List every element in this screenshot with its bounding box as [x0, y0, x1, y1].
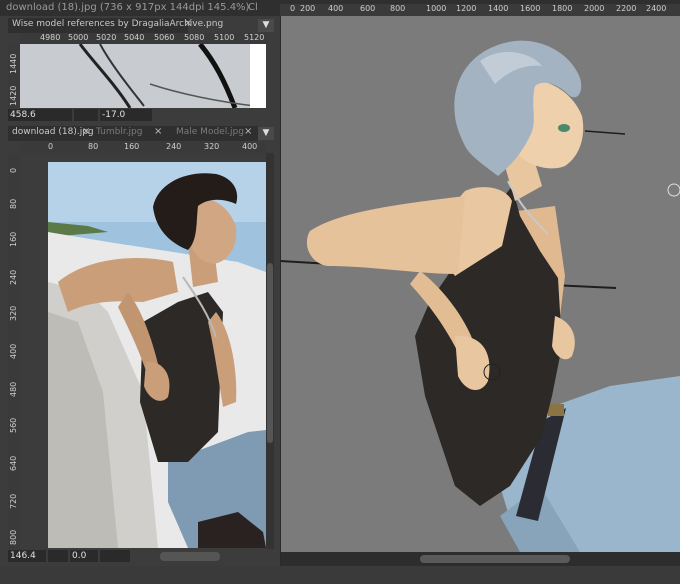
- ruler-tick: 400: [328, 4, 344, 13]
- rotation-field[interactable]: 0.0: [70, 550, 98, 562]
- reference-bottom-hruler: 0 80 160 240 320 400: [20, 142, 266, 153]
- reference-horizontal-scrollbar[interactable]: [160, 552, 220, 561]
- ruler-tick: 480: [9, 381, 18, 397]
- ruler-tick: 320: [9, 305, 18, 321]
- canvas-horizontal-scrollbar[interactable]: [280, 552, 680, 566]
- ruler-tick: 1000: [426, 4, 447, 13]
- ruler-tick: 720: [9, 493, 18, 509]
- horizontal-ruler[interactable]: 0 200 400 600 800 1000 1200 1400 1600 18…: [280, 4, 680, 16]
- ruler-tick: 160: [124, 142, 140, 151]
- document-title[interactable]: download (18).jpg (736 x 917px 144dpi 14…: [6, 2, 249, 13]
- ruler-tick: 200: [300, 4, 316, 13]
- reference-vertical-scrollbar[interactable]: [266, 153, 274, 549]
- flip-button[interactable]: [100, 550, 130, 562]
- status-strip: [0, 566, 680, 584]
- reference-tab-bar-bottom: download (18).jpg × Tumblr.jpg × Male Mo…: [8, 126, 258, 141]
- flip-button[interactable]: [74, 109, 98, 121]
- ruler-tick: 80: [9, 198, 18, 209]
- ruler-tick: 5020: [96, 33, 117, 42]
- ruler-tick: 80: [88, 142, 99, 151]
- rotation-field[interactable]: -17.0: [100, 109, 152, 121]
- ruler-tick: 1800: [552, 4, 573, 13]
- collapsed-tab-label[interactable]: Cl: [248, 2, 258, 13]
- chevron-down-icon[interactable]: ▼: [258, 127, 274, 140]
- ruler-tick: 320: [204, 142, 220, 151]
- zoom-field[interactable]: 146.4: [8, 550, 46, 562]
- reference-docker: Wise model references by DragaliaArchive…: [0, 16, 281, 566]
- ruler-tick: 400: [9, 343, 18, 359]
- ruler-tick: 5040: [124, 33, 145, 42]
- ruler-tick: 1600: [520, 4, 541, 13]
- ruler-tick: 5080: [184, 33, 205, 42]
- zoom-stepper[interactable]: [48, 550, 68, 562]
- ruler-tick: 0: [48, 142, 54, 151]
- ruler-tick: 0: [290, 4, 296, 13]
- ruler-tick: 2400: [646, 4, 667, 13]
- zoomed-lineart: [78, 44, 266, 108]
- reference-image-zoomed[interactable]: [20, 44, 266, 108]
- ruler-tick: 0: [9, 167, 18, 173]
- anime-illustration: [280, 40, 680, 552]
- reference-top-vruler: 1440 1420: [8, 44, 20, 108]
- ruler-tick: 640: [9, 455, 18, 471]
- close-icon[interactable]: ×: [154, 126, 162, 137]
- zoom-field[interactable]: 458.6: [8, 109, 58, 121]
- reference-tab[interactable]: Male Model.jpg: [176, 127, 244, 137]
- ruler-tick: 5120: [244, 33, 265, 42]
- reference-photo[interactable]: [48, 162, 266, 548]
- ruler-tick: 560: [9, 417, 18, 433]
- close-icon[interactable]: ×: [244, 126, 252, 137]
- ruler-tick: 240: [166, 142, 182, 151]
- scrollbar-thumb[interactable]: [420, 555, 570, 563]
- ruler-tick: 2200: [616, 4, 637, 13]
- ruler-tick: 1440: [9, 53, 18, 74]
- ruler-tick: 1420: [9, 85, 18, 106]
- scrollbar-thumb[interactable]: [267, 263, 273, 443]
- ruler-tick: 4980: [40, 33, 61, 42]
- ruler-tick: 5000: [68, 33, 89, 42]
- chevron-down-icon[interactable]: ▼: [258, 19, 274, 32]
- ruler-tick: 600: [360, 4, 376, 13]
- ruler-tick: 1400: [488, 4, 509, 13]
- ruler-tick: 800: [390, 4, 406, 13]
- ruler-tick: 5060: [154, 33, 175, 42]
- ruler-tick: 1200: [456, 4, 477, 13]
- reference-top-hruler: 4980 5000 5020 5040 5060 5080 5100 5120: [20, 33, 268, 44]
- ruler-tick: 400: [242, 142, 258, 151]
- reference-tab[interactable]: Tumblr.jpg: [96, 127, 142, 137]
- ruler-tick: 5100: [214, 33, 235, 42]
- zoom-stepper[interactable]: [58, 109, 72, 121]
- ruler-tick: 240: [9, 269, 18, 285]
- photo-male-model: [48, 162, 266, 548]
- ruler-tick: 800: [9, 529, 18, 545]
- ruler-tick: 160: [9, 231, 18, 247]
- close-icon[interactable]: ×: [184, 18, 192, 29]
- ruler-tick: 2000: [584, 4, 605, 13]
- drawing-canvas[interactable]: [280, 16, 680, 552]
- reference-bottom-vruler: 0 80 160 240 320 400 480 560 640 720 800: [8, 153, 20, 549]
- close-icon[interactable]: ×: [82, 126, 90, 137]
- reference-tab-bar-top: Wise model references by DragaliaArchive…: [8, 18, 223, 33]
